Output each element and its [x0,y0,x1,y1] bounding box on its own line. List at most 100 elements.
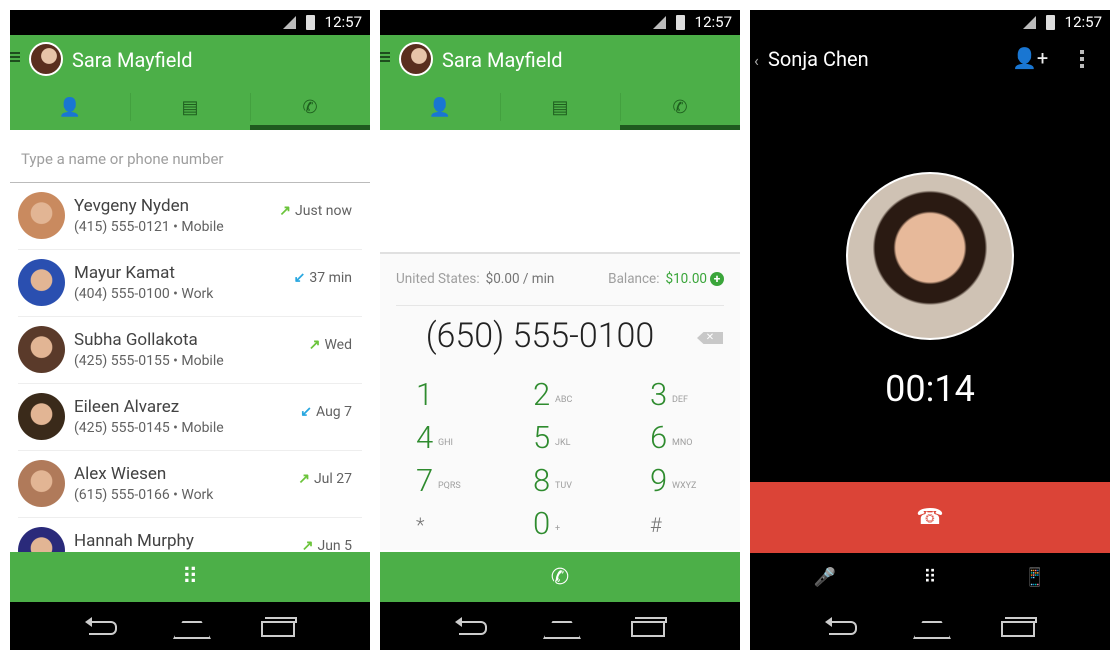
home-button[interactable] [542,617,578,635]
call-duration: 00:14 [885,368,975,410]
key-digit: # [650,513,662,537]
avatar [18,192,65,239]
signal-icon [1023,16,1036,29]
more-options-icon[interactable] [1080,50,1084,68]
tab-calls[interactable]: ✆ [620,85,740,130]
contact-name: Sonja Chen [768,47,869,71]
recents-button[interactable] [629,617,667,637]
call-log-item[interactable]: Eileen Alvarez (425) 555-0145 • Mobile ↙… [18,384,362,451]
dialpad-button[interactable]: ⠿ [10,552,370,602]
tab-messages[interactable]: ▤ [130,85,250,130]
tab-contacts[interactable]: 👤 [10,85,130,130]
call-log-item[interactable]: Alex Wiesen (615) 555-0166 • Work ↗ Jul 2… [18,451,362,518]
key-letters: TUV [555,481,572,491]
key-letters: PQRS [438,481,461,491]
dial-key-3[interactable]: 3 DEF [650,376,740,416]
key-digit: 5 [533,419,551,456]
account-name: Sara Mayfield [442,48,563,72]
back-button[interactable] [455,617,491,635]
dial-key-2[interactable]: 2 ABC [533,376,643,416]
dialed-number[interactable]: (650) 555-0100 [380,316,700,356]
contact-phone: (425) 555-0145 • Mobile [74,420,224,436]
tab-messages[interactable]: ▤ [500,85,620,130]
app-bar: Sara Mayfield 👤 ▤ ✆ [380,35,740,130]
outgoing-call-icon: ↗ [298,471,310,487]
nav-bar [750,602,1110,650]
recents-button[interactable] [259,617,297,637]
account-name: Sara Mayfield [72,48,193,72]
dialpad-icon[interactable]: ⠿ [923,567,936,588]
clock: 12:57 [1064,13,1102,31]
search-input[interactable]: Type a name or phone number [10,130,370,183]
rate-label: United States: [396,271,480,287]
key-digit: 9 [650,462,668,499]
call-time: Aug 7 [316,404,352,420]
contact-name: Hannah Murphy [74,531,194,551]
dialer-screen: 12:57 Sara Mayfield 👤 ▤ ✆ United States:… [380,10,740,650]
menu-icon[interactable] [380,52,390,62]
avatar [18,460,65,507]
status-bar: 12:57 [10,10,370,35]
back-chevron-icon[interactable]: ‹ [754,51,759,70]
dial-key-1[interactable]: 1 [416,376,526,416]
avatar[interactable] [399,42,433,76]
avatar [18,393,65,440]
incoming-call-icon: ↙ [300,404,313,420]
outgoing-call-icon: ↗ [279,203,292,219]
contact-phone: (415) 555-0121 • Mobile [74,219,224,235]
dial-key-*[interactable]: * [416,505,526,545]
backspace-icon[interactable]: ✕ [697,332,723,344]
battery-icon [306,15,315,30]
key-digit: 2 [533,376,551,413]
key-digit: * [416,513,425,537]
tab-contacts[interactable]: 👤 [380,85,500,130]
incoming-call-icon: ↙ [293,270,306,286]
status-bar: 12:57 [750,10,1110,35]
call-log-item[interactable]: Mayur Kamat (404) 555-0100 • Work ↙ 37 mi… [18,250,362,317]
avatar [18,326,65,373]
dial-key-5[interactable]: 5 JKL [533,419,643,459]
call-log-item[interactable]: Yevgeny Nyden (415) 555-0121 • Mobile ↗ J… [18,183,362,250]
contact-name: Mayur Kamat [74,263,175,283]
phone-icon: ✆ [302,97,318,118]
call-button[interactable]: ✆ [380,552,740,602]
home-button[interactable] [172,617,208,635]
call-log-item[interactable]: Subha Gollakota (425) 555-0155 • Mobile … [18,317,362,384]
dial-key-6[interactable]: 6 MNO [650,419,740,459]
dial-key-4[interactable]: 4 GHI [416,419,526,459]
avatar[interactable] [29,42,63,76]
mic-icon[interactable]: 🎤 [814,567,836,588]
call-time: 37 min [309,270,352,286]
nav-bar [380,602,740,650]
add-person-icon[interactable]: 👤+ [1012,46,1048,70]
dial-key-0[interactable]: 0 + [533,505,643,545]
key-digit: 1 [416,376,434,413]
rate-info: United States: $0.00 / min Balance: $10.00… [396,271,724,306]
contact-photo [846,172,1014,340]
dial-key-8[interactable]: 8 TUV [533,462,643,502]
back-button[interactable] [825,617,861,635]
add-credit-icon[interactable]: + [710,272,724,286]
home-button[interactable] [912,617,948,635]
key-letters: MNO [672,438,693,448]
tab-calls[interactable]: ✆ [250,85,370,130]
dial-key-#[interactable]: # [650,505,740,545]
battery-icon [1046,15,1055,30]
key-digit: 8 [533,462,551,499]
contact-name: Subha Gollakota [74,330,198,350]
recents-button[interactable] [999,617,1037,637]
clock: 12:57 [694,13,732,31]
contact-name: Alex Wiesen [74,464,167,484]
dial-key-9[interactable]: 9 WXYZ [650,462,740,502]
message-icon: ▤ [551,97,569,118]
menu-icon[interactable] [10,52,20,62]
hang-up-icon: ☎ [916,505,944,530]
key-letters: WXYZ [672,481,697,491]
dial-key-7[interactable]: 7 PQRS [416,462,526,502]
speaker-phone-icon[interactable]: 📱 [1024,567,1046,588]
battery-icon [676,15,685,30]
balance-label: Balance: [608,271,660,287]
back-button[interactable] [85,617,121,635]
end-call-button[interactable]: ☎ [750,482,1110,553]
avatar [18,259,65,306]
